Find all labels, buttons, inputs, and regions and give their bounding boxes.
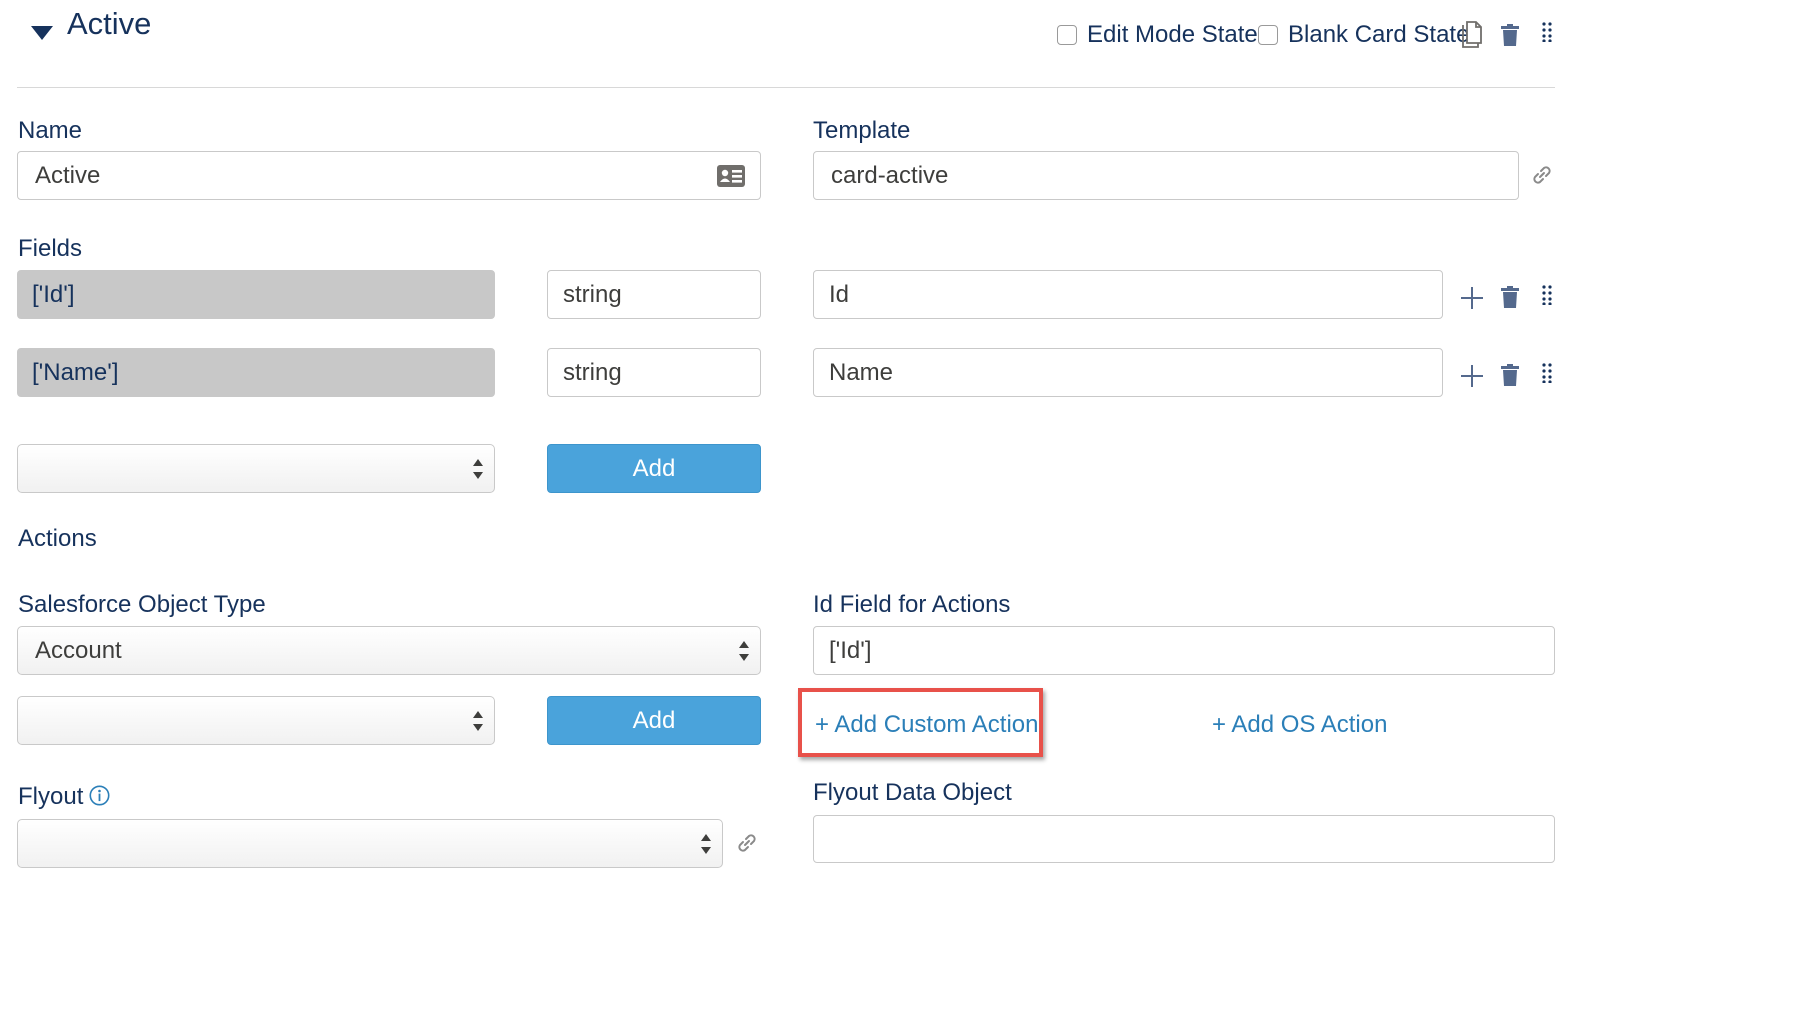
template-input[interactable]: card-active xyxy=(813,151,1519,200)
field-type-value: string xyxy=(563,358,622,386)
name-label: Name xyxy=(18,117,83,144)
drag-handle-icon[interactable] xyxy=(1542,22,1552,42)
add-field-button[interactable]: Add xyxy=(547,444,761,493)
flyout-link-icon[interactable] xyxy=(735,831,759,855)
flyout-data-object-label: Flyout Data Object xyxy=(813,779,1012,806)
salesforce-object-type-value: Account xyxy=(35,636,122,664)
name-input-value: Active xyxy=(35,161,101,189)
add-os-action-link[interactable]: + Add OS Action xyxy=(1212,711,1387,739)
template-link-icon[interactable] xyxy=(1530,163,1554,187)
select-arrows-icon xyxy=(473,458,483,479)
select-arrows-icon xyxy=(473,710,483,731)
id-field-for-actions-label: Id Field for Actions xyxy=(813,591,1011,618)
collapse-triangle-icon[interactable] xyxy=(31,26,53,40)
field-label-value: Name xyxy=(829,358,894,386)
add-custom-action-link[interactable]: + Add Custom Action xyxy=(815,711,1038,739)
add-field-icon[interactable] xyxy=(1461,365,1483,387)
id-field-for-actions-input[interactable]: ['Id'] xyxy=(813,626,1555,675)
edit-mode-state-label: Edit Mode State xyxy=(1087,21,1258,48)
id-field-for-actions-value: ['Id'] xyxy=(829,636,872,664)
flyout-label: Flyout xyxy=(18,783,84,810)
add-field-icon[interactable] xyxy=(1461,287,1483,309)
card-state-title: Active xyxy=(67,6,152,41)
new-field-select[interactable] xyxy=(17,444,495,493)
field-path-value: ['Id'] xyxy=(32,280,75,308)
field-path-input[interactable]: ['Id'] xyxy=(17,270,495,319)
info-icon[interactable] xyxy=(89,785,110,806)
contact-card-icon[interactable] xyxy=(717,165,745,187)
template-label: Template xyxy=(813,117,911,144)
delete-field-icon[interactable] xyxy=(1500,364,1520,386)
name-input[interactable]: Active xyxy=(17,151,761,200)
blank-card-state-checkbox[interactable] xyxy=(1258,25,1278,45)
add-action-button[interactable]: Add xyxy=(547,696,761,745)
edit-mode-state-checkbox[interactable] xyxy=(1057,25,1077,45)
action-select[interactable] xyxy=(17,696,495,745)
select-arrows-icon xyxy=(701,833,711,854)
field-type-input[interactable]: string xyxy=(547,348,761,397)
delete-state-icon[interactable] xyxy=(1500,24,1520,46)
field-type-value: string xyxy=(563,280,622,308)
field-drag-handle-icon[interactable] xyxy=(1542,285,1552,305)
actions-label: Actions xyxy=(18,525,97,552)
blank-card-state-label: Blank Card State xyxy=(1288,21,1470,48)
field-drag-handle-icon[interactable] xyxy=(1542,363,1552,383)
flyout-data-object-input[interactable] xyxy=(813,815,1555,863)
copy-icon[interactable] xyxy=(1461,21,1483,49)
delete-field-icon[interactable] xyxy=(1500,286,1520,308)
field-path-input[interactable]: ['Name'] xyxy=(17,348,495,397)
salesforce-object-type-label: Salesforce Object Type xyxy=(18,591,266,618)
field-label-input[interactable]: Name xyxy=(813,348,1443,397)
field-label-input[interactable]: Id xyxy=(813,270,1443,319)
field-path-value: ['Name'] xyxy=(32,358,119,386)
fields-label: Fields xyxy=(18,235,83,262)
field-type-input[interactable]: string xyxy=(547,270,761,319)
flyout-select[interactable] xyxy=(17,819,723,868)
select-arrows-icon xyxy=(739,640,749,661)
template-input-value: card-active xyxy=(831,161,949,189)
header-divider xyxy=(17,87,1555,88)
salesforce-object-type-select[interactable]: Account xyxy=(17,626,761,675)
field-label-value: Id xyxy=(829,280,850,308)
